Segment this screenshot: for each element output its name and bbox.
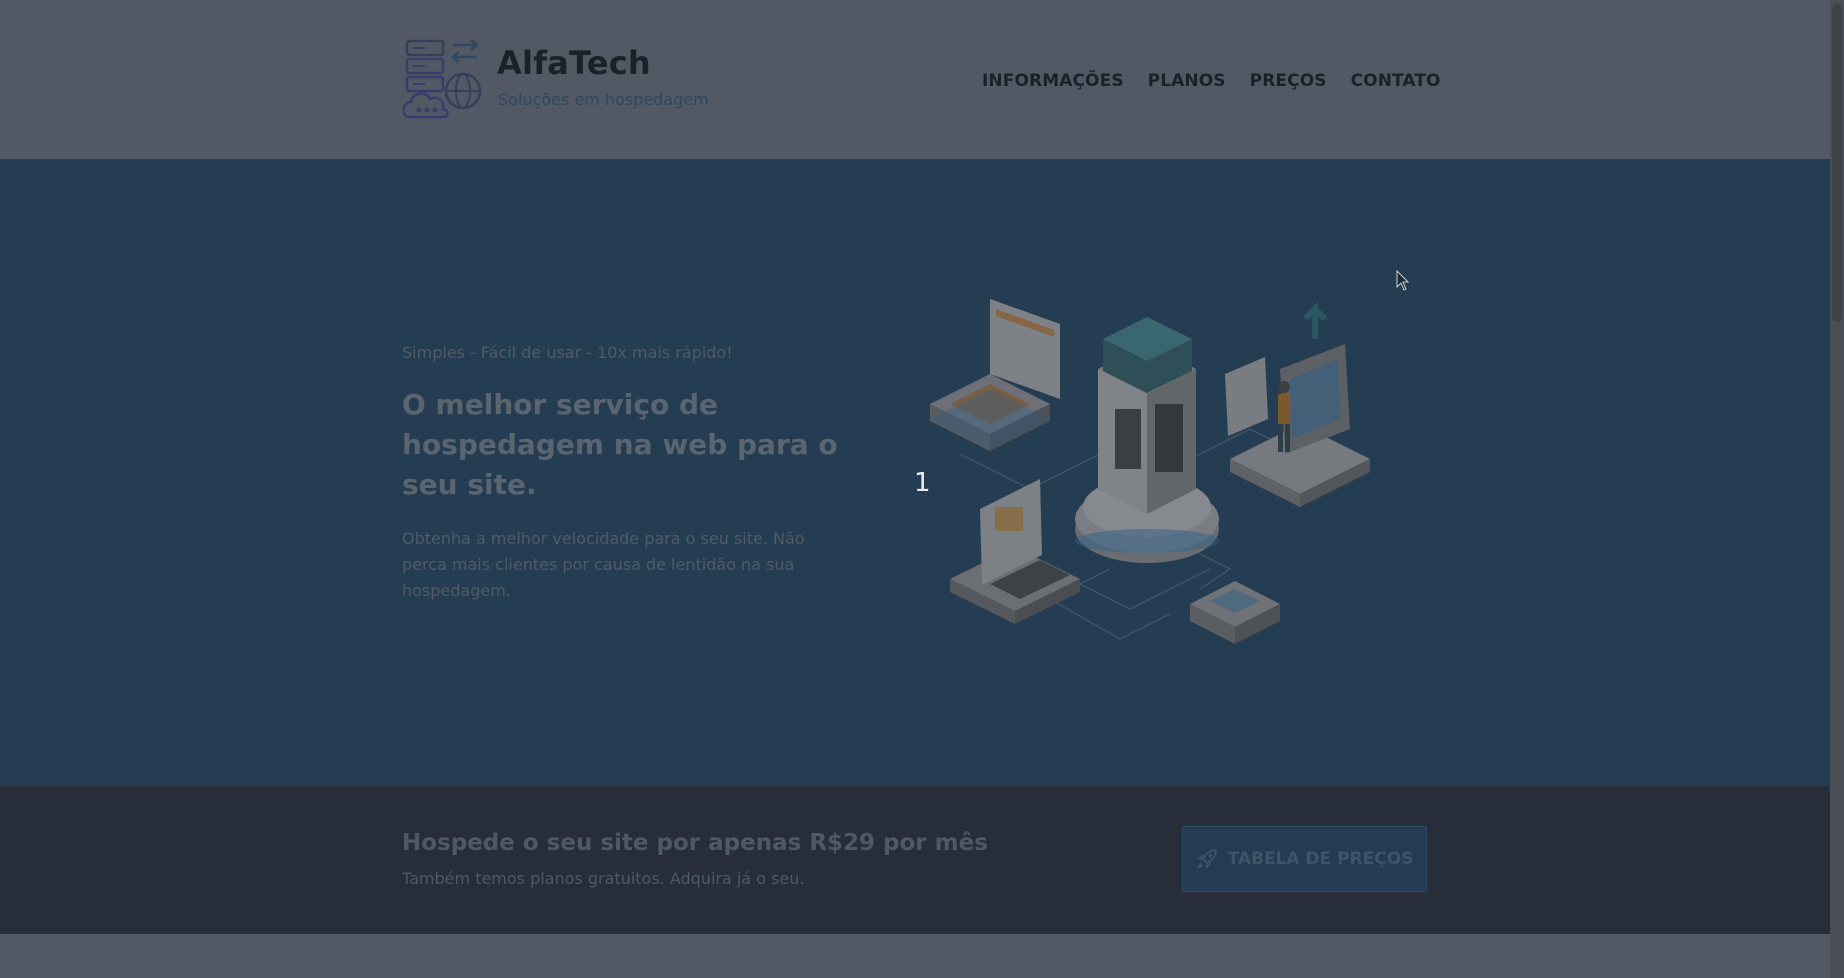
brand-name[interactable]: AlfaTech [497, 44, 651, 82]
nav-item-precos[interactable]: PREÇOS [1250, 71, 1327, 91]
isometric-server-illustration [930, 299, 1370, 644]
next-section-edge [0, 934, 1830, 978]
cta-subtitle: Também temos planos gratuitos. Adquira j… [402, 869, 805, 888]
brand-tagline: Soluções em hospedagem [498, 90, 709, 109]
pricing-table-button-label: TABELA DE PREÇOS [1227, 849, 1414, 869]
pricing-cta-band: Hospede o seu site por apenas R$29 por m… [0, 786, 1830, 934]
hero-title: O melhor serviço de hospedagem na web pa… [402, 388, 838, 501]
cta-title: Hospede o seu site por apenas R$29 por m… [402, 830, 988, 856]
mouse-cursor-icon [1396, 270, 1410, 291]
rocket-icon [1196, 849, 1217, 869]
nav-item-informacoes[interactable]: INFORMAÇÕES [982, 71, 1124, 91]
pricing-table-button[interactable]: TABELA DE PREÇOS [1182, 826, 1427, 892]
logo-icon[interactable] [403, 39, 483, 121]
nav-item-contato[interactable]: CONTATO [1351, 71, 1441, 91]
nav-item-planos[interactable]: PLANOS [1148, 71, 1226, 91]
hero-eyebrow: Simples - Fácil de usar - 10x mais rápid… [402, 343, 733, 362]
scrollbar-thumb[interactable] [1832, 4, 1842, 322]
hero-description: Obtenha a melhor velocidade para o seu s… [402, 529, 805, 600]
main-nav: INFORMAÇÕES PLANOS PREÇOS CONTATO [982, 71, 1441, 91]
hero-slider: Simples - Fácil de usar - 10x mais rápid… [0, 159, 1830, 786]
site-header: AlfaTech Soluções em hospedagem INFORMAÇ… [0, 0, 1830, 159]
page-scrollbar[interactable] [1830, 0, 1844, 978]
